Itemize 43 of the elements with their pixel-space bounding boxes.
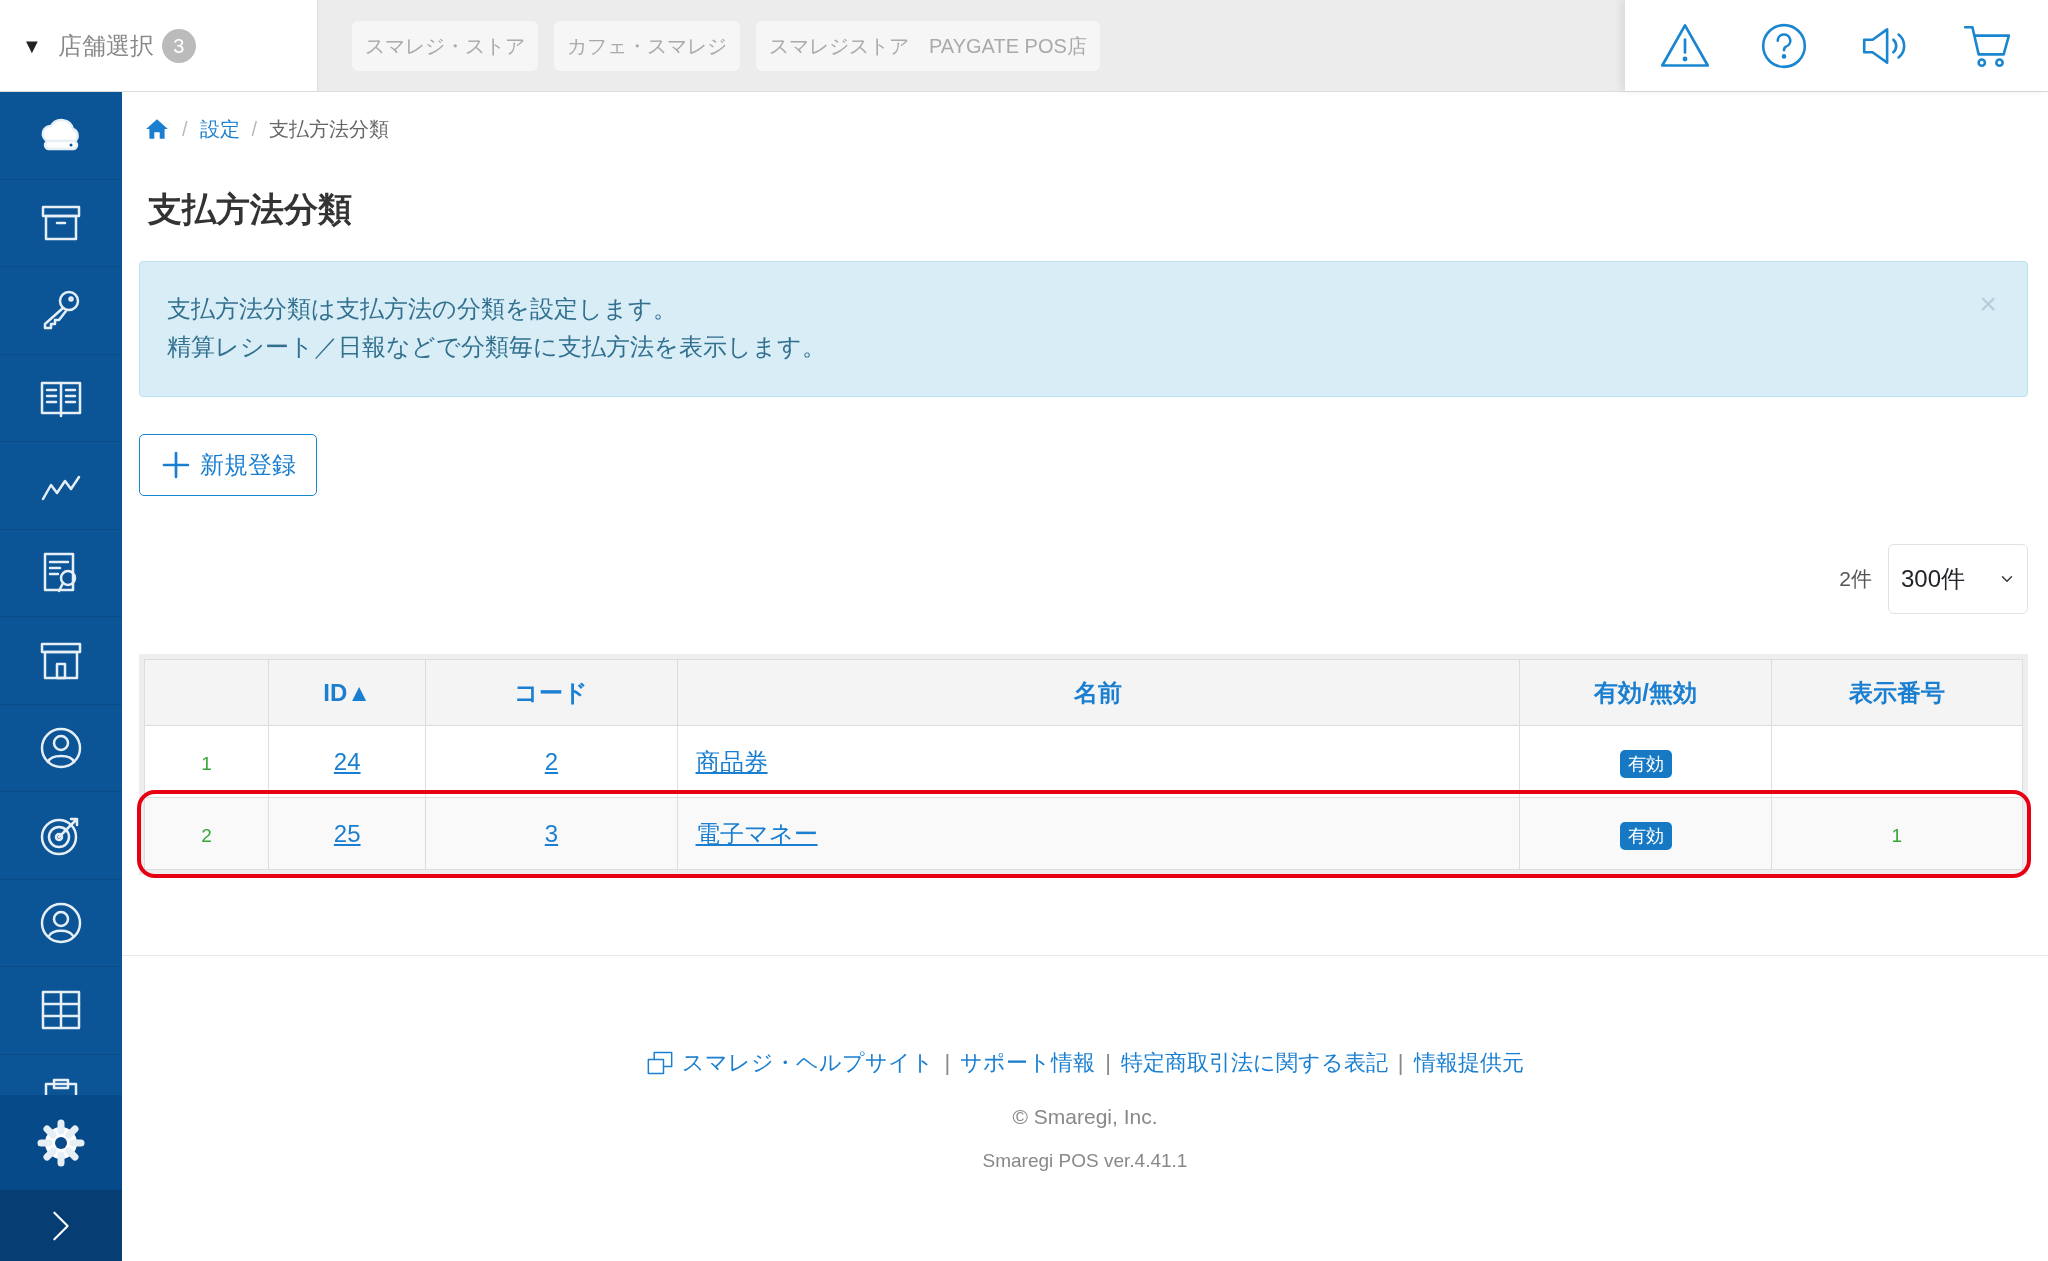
column-header[interactable]: コード: [514, 678, 589, 706]
count-badge: 3: [161, 28, 196, 63]
id-link[interactable]: 25: [333, 819, 361, 847]
code-link[interactable]: 2: [544, 747, 559, 775]
plus-icon: [160, 449, 192, 481]
id-link[interactable]: 24: [333, 747, 361, 775]
copyright-text: © Smaregi, Inc.: [1011, 1104, 1159, 1130]
breadcrumb-separator: /: [182, 117, 188, 142]
new-button[interactable]: 新規登録: [139, 434, 317, 496]
name-link[interactable]: 商品券: [695, 747, 768, 775]
store-tab[interactable]: スマレジ・ストア: [352, 20, 538, 71]
display-order: 1: [1891, 824, 1903, 846]
footer-link[interactable]: サポート情報: [960, 1046, 1096, 1079]
footer-link[interactable]: 情報提供元: [1413, 1046, 1524, 1079]
code-link[interactable]: 3: [544, 819, 559, 847]
breadcrumb-separator: /: [251, 117, 258, 142]
page-size-select[interactable]: 300件: [1888, 544, 2028, 614]
store-tab[interactable]: カフェ・スマレジ: [554, 20, 740, 71]
column-header[interactable]: ID▲: [323, 678, 372, 706]
breadcrumb-current: 支払方法分類: [269, 117, 390, 142]
footer-link[interactable]: スマレジ・ヘルプサイト: [682, 1046, 935, 1079]
status-label: 有効: [1619, 821, 1672, 850]
footer-separator: |: [944, 1049, 951, 1077]
alert-text: 支払方法分類は支払方法の分類を設定します。: [167, 294, 677, 324]
caret-icon[interactable]: ▼: [22, 30, 42, 61]
version-text: Smaregi POS ver.4.41.1: [981, 1148, 1189, 1173]
footer-separator: |: [1397, 1049, 1404, 1077]
status-label: 有効: [1619, 749, 1672, 778]
column-header[interactable]: 有効/無効: [1594, 678, 1697, 706]
breadcrumb-link[interactable]: 設定: [199, 114, 240, 144]
row-number: 1: [201, 752, 212, 774]
column-header[interactable]: 名前: [1074, 678, 1123, 706]
settings-icon[interactable]: [37, 1118, 85, 1167]
row-number: 2: [201, 824, 212, 846]
column-header[interactable]: 表示番号: [1848, 678, 1945, 706]
store-select-label[interactable]: 店舗選択: [57, 27, 154, 64]
page-title: 支払方法分類: [148, 189, 353, 230]
footer-link[interactable]: 特定商取引法に関する表記: [1120, 1046, 1388, 1079]
name-link[interactable]: 電子マネー: [695, 819, 818, 847]
footer-separator: |: [1105, 1049, 1111, 1077]
alert-text: 精算レシート／日報などで分類毎に支払方法を表示します。: [167, 332, 826, 362]
result-count: 2件: [1839, 566, 1872, 593]
store-tab[interactable]: スマレジストア PAYGATE POS店: [756, 20, 1100, 71]
